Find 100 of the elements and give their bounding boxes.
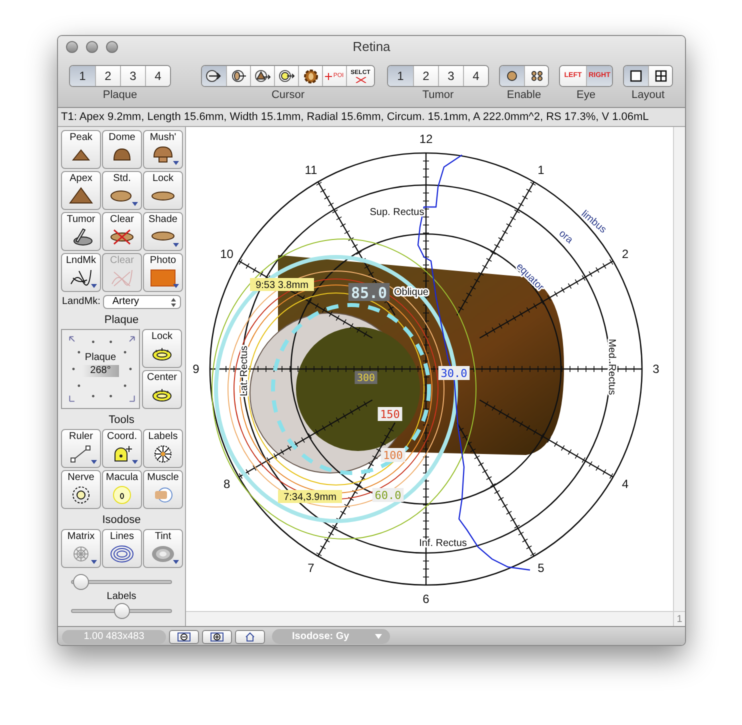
tool-button[interactable]: Lock xyxy=(142,329,182,368)
tool-button[interactable]: Mush' xyxy=(143,130,183,169)
dial-label: Plaque xyxy=(84,352,118,364)
toolbar-button[interactable] xyxy=(500,66,524,86)
clock-label: 2 xyxy=(622,247,629,261)
tool-button[interactable]: Tumor xyxy=(61,212,101,251)
zoom-readout: 1.00 483x483 xyxy=(62,630,166,644)
rings-icon xyxy=(108,544,136,564)
home-icon xyxy=(245,632,255,642)
group-label: Enable xyxy=(506,89,542,102)
dose-label: 30.0 xyxy=(438,366,470,380)
zoom-in-button[interactable] xyxy=(202,630,232,644)
clock-label: 8 xyxy=(223,477,230,491)
tool-button[interactable]: Coord. xyxy=(102,429,142,468)
segment-button[interactable]: 1 xyxy=(70,66,95,86)
grid-icon xyxy=(654,70,666,82)
section-title: Tools xyxy=(108,414,136,427)
toolbar-button[interactable] xyxy=(298,66,322,86)
plaque-rotation-dial[interactable]: Plaque 268° xyxy=(61,329,140,409)
segment-button[interactable]: 4 xyxy=(463,66,488,86)
toolbar-button[interactable] xyxy=(202,66,226,86)
clock-label: 7 xyxy=(308,561,314,576)
group-label: Layout xyxy=(631,89,665,102)
toolbar-button[interactable] xyxy=(648,66,672,86)
plus-icon xyxy=(325,72,332,80)
circle-arrow-icon xyxy=(205,69,223,83)
tool-button[interactable]: Ruler xyxy=(61,429,101,468)
window-title: Retina xyxy=(352,39,390,55)
eye-arrow-icon xyxy=(230,69,248,83)
window-control-button[interactable] xyxy=(86,41,98,53)
dose-label: 300 xyxy=(354,371,378,384)
stepper-icon xyxy=(171,298,176,307)
cone-arrow-icon xyxy=(254,69,272,83)
toolbar-button[interactable] xyxy=(624,66,648,86)
clock-label: 5 xyxy=(538,561,544,576)
group-label: Tumor xyxy=(422,89,454,102)
tool-button[interactable]: Nerve xyxy=(61,470,101,509)
dial-angle: 268° xyxy=(82,365,119,377)
clock-label: 4 xyxy=(622,477,629,491)
toolbar-button[interactable] xyxy=(250,66,274,86)
clock-label: 9 xyxy=(192,362,200,376)
slider-thumb[interactable] xyxy=(114,603,130,619)
segment-button[interactable]: 2 xyxy=(413,66,438,86)
tool-button[interactable]: Std. xyxy=(102,171,142,210)
zoom-in-icon xyxy=(210,632,224,642)
group-label: Cursor xyxy=(271,89,304,102)
landmark-dropdown[interactable]: Artery xyxy=(103,295,181,309)
measurement-label: 9:53 3.8mm xyxy=(250,278,314,291)
clock-label: 3 xyxy=(652,362,660,376)
landmark-label: LandMk: xyxy=(62,296,100,308)
clock-label: 11 xyxy=(304,162,318,177)
caret-icon xyxy=(375,634,382,639)
crossed-oval-icon xyxy=(108,227,136,247)
measurement-label: 7:34,3.9mm xyxy=(278,490,342,503)
slider-label: Labels xyxy=(106,591,136,603)
tool-button[interactable]: Labels xyxy=(143,429,183,468)
tool-button[interactable]: Muscle xyxy=(143,470,183,509)
tool-button[interactable]: Center xyxy=(142,370,182,409)
tool-button[interactable]: Shade xyxy=(143,212,183,251)
dot-arrow-icon xyxy=(278,69,296,83)
toolbar-button[interactable] xyxy=(226,66,250,86)
tool-button[interactable]: Clear xyxy=(102,212,142,251)
cone-icon xyxy=(67,186,95,206)
segment-button[interactable]: 3 xyxy=(120,66,145,86)
dots-icon xyxy=(530,70,544,82)
tool-button[interactable]: Dome xyxy=(102,130,142,169)
tool-button[interactable]: Photo xyxy=(143,253,183,292)
segment-button[interactable]: 4 xyxy=(145,66,170,86)
toolbar-button[interactable] xyxy=(524,66,548,86)
group-label: Eye xyxy=(576,89,596,102)
toolbar-button[interactable] xyxy=(274,66,298,86)
segment-button[interactable]: 3 xyxy=(438,66,463,86)
clock-label: 6 xyxy=(422,592,430,606)
tool-button[interactable]: Matrix xyxy=(61,529,101,568)
photo-thumbnail-icon xyxy=(149,268,177,288)
tool-button[interactable]: Lines xyxy=(102,529,142,568)
tool-button[interactable]: LndMk xyxy=(61,253,101,292)
gear-icon xyxy=(302,68,318,84)
tool-button[interactable]: Lock xyxy=(143,171,183,210)
section-title: Plaque xyxy=(103,314,140,327)
dose-label: 150 xyxy=(378,407,402,421)
zoom-out-icon xyxy=(177,632,191,642)
window-control-button[interactable] xyxy=(66,41,78,53)
tool-button[interactable]: Tint xyxy=(143,529,183,568)
segment-button[interactable]: 2 xyxy=(95,66,120,86)
structure-label: ora xyxy=(556,228,575,246)
tool-button[interactable]: Apex xyxy=(61,171,101,210)
segment-button[interactable]: 1 xyxy=(388,66,413,86)
tool-button[interactable]: Peak xyxy=(61,130,101,169)
slider-thumb[interactable] xyxy=(73,574,90,590)
dose-label: 85.0 xyxy=(348,283,390,302)
dot-icon xyxy=(506,70,518,82)
window-control-button[interactable] xyxy=(106,41,118,53)
clock-label: 10 xyxy=(220,247,234,261)
scrollbar[interactable] xyxy=(673,127,685,611)
zoom-out-button[interactable] xyxy=(169,630,199,644)
home-button[interactable] xyxy=(235,630,265,644)
clock-label: 12 xyxy=(419,132,433,146)
tool-button[interactable]: Macula xyxy=(102,470,142,509)
single-pane-icon xyxy=(630,70,642,82)
